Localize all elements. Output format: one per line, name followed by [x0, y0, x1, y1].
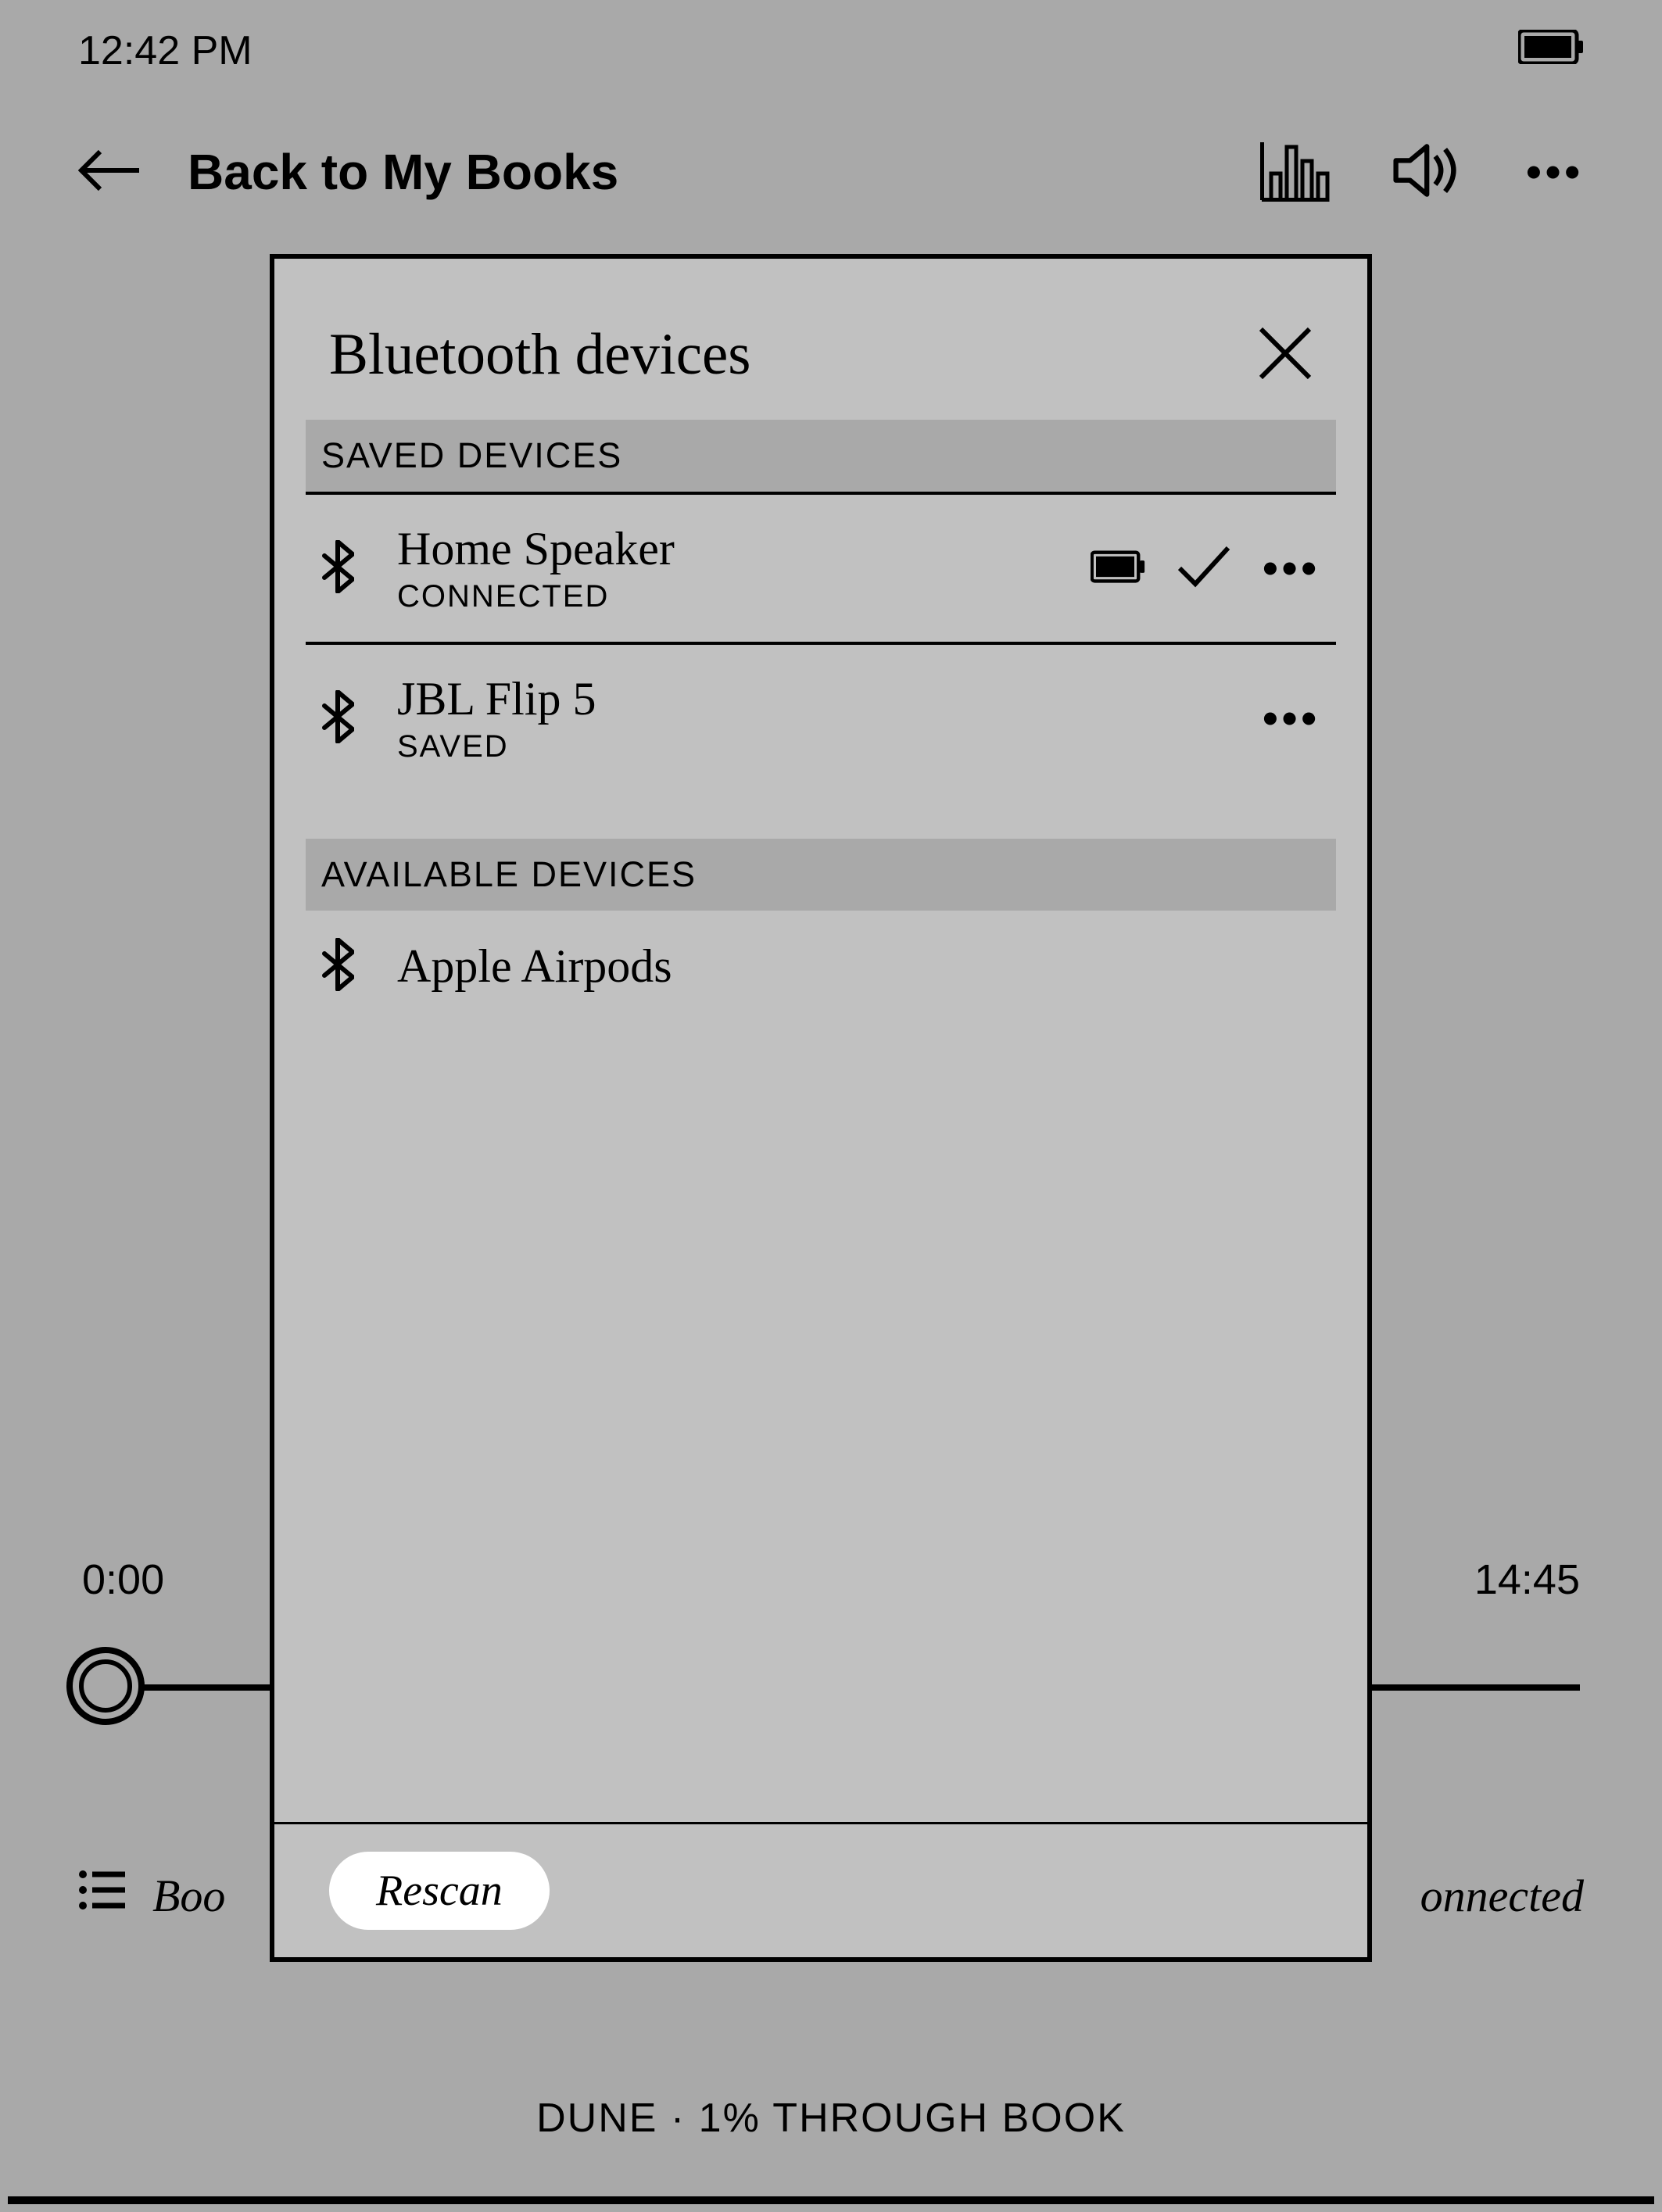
available-device-row[interactable]: Apple Airpods	[306, 911, 1336, 1022]
back-arrow-icon[interactable]	[78, 147, 141, 198]
elapsed-time: 0:00	[82, 1555, 164, 1604]
modal-footer: Rescan	[274, 1822, 1367, 1957]
bottom-border	[8, 2196, 1654, 2204]
device-name: Home Speaker	[397, 522, 1048, 576]
device-battery-icon	[1091, 543, 1145, 594]
available-devices-header: AVAILABLE DEVICES	[306, 839, 1336, 911]
saved-devices-header: SAVED DEVICES	[306, 420, 1336, 495]
total-time: 14:45	[1474, 1555, 1580, 1604]
bottom-right-label-truncated: onnected	[1420, 1870, 1584, 1922]
list-icon[interactable]	[78, 1868, 125, 1923]
status-bar: 12:42 PM	[0, 0, 1662, 102]
saved-device-row[interactable]: JBL Flip 5 SAVED •••	[306, 645, 1336, 792]
bluetooth-devices-modal: Bluetooth devices SAVED DEVICES Home Spe…	[270, 254, 1372, 1962]
device-name: Apple Airpods	[397, 940, 1320, 993]
rescan-button[interactable]: Rescan	[329, 1852, 550, 1930]
speaker-icon[interactable]	[1393, 139, 1463, 206]
app-header: Back to My Books •••	[0, 121, 1662, 223]
bluetooth-icon	[321, 690, 354, 747]
saved-device-row[interactable]: Home Speaker CONNECTED •••	[306, 495, 1336, 645]
modal-title: Bluetooth devices	[329, 321, 750, 388]
more-icon[interactable]: •••	[1526, 161, 1584, 183]
battery-icon	[1518, 27, 1584, 74]
bottom-left-label-truncated: Boo	[152, 1870, 225, 1922]
device-name: JBL Flip 5	[397, 672, 1220, 726]
equalizer-icon[interactable]	[1260, 139, 1331, 206]
progress-thumb[interactable]	[66, 1647, 145, 1725]
back-to-my-books-label[interactable]: Back to My Books	[188, 143, 618, 201]
bluetooth-icon	[321, 540, 354, 597]
device-more-icon[interactable]: •••	[1263, 557, 1320, 579]
status-time: 12:42 PM	[78, 27, 253, 74]
close-icon[interactable]	[1258, 326, 1313, 385]
bluetooth-icon	[321, 938, 354, 995]
device-more-icon[interactable]: •••	[1263, 707, 1320, 729]
book-progress-label: DUNE · 1% THROUGH BOOK	[0, 2095, 1662, 2142]
device-status: CONNECTED	[397, 579, 1048, 614]
checkmark-icon	[1177, 543, 1231, 594]
device-status: SAVED	[397, 729, 1220, 764]
